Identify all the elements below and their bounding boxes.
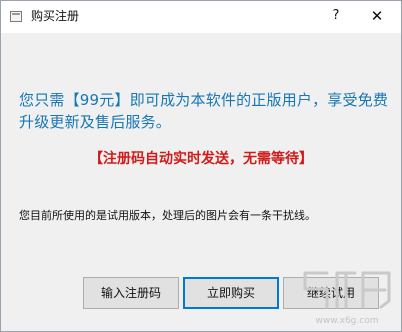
continue-trial-button[interactable]: 继续试用 — [283, 277, 379, 309]
help-button[interactable]: ? — [317, 2, 355, 32]
watermark-url: www.x6g.com — [316, 316, 379, 326]
trial-version-note: 您目前所使用的是试用版本，处理后的图片会有一条干扰线。 — [19, 209, 316, 222]
purchase-message: 您只需【99元】即可成为本软件的正版用户，享受免费升级更新及售后服务。 — [19, 91, 389, 131]
window-title: 购买注册 — [31, 9, 80, 23]
enter-code-button[interactable]: 输入注册码 — [83, 277, 179, 309]
app-window-icon — [10, 11, 22, 22]
title-bar: 购买注册 ? ✕ — [1, 1, 401, 33]
purchase-register-dialog: 购买注册 ? ✕ 您只需【99元】即可成为本软件的正版用户，享受免费升级更新及售… — [0, 0, 402, 332]
dialog-content: 您只需【99元】即可成为本软件的正版用户，享受免费升级更新及售后服务。 【注册码… — [1, 33, 401, 331]
close-button[interactable]: ✕ — [355, 2, 399, 32]
buy-now-button[interactable]: 立即购买 — [183, 277, 279, 309]
instant-delivery-message: 【注册码自动实时发送，无需等待】 — [89, 151, 313, 167]
